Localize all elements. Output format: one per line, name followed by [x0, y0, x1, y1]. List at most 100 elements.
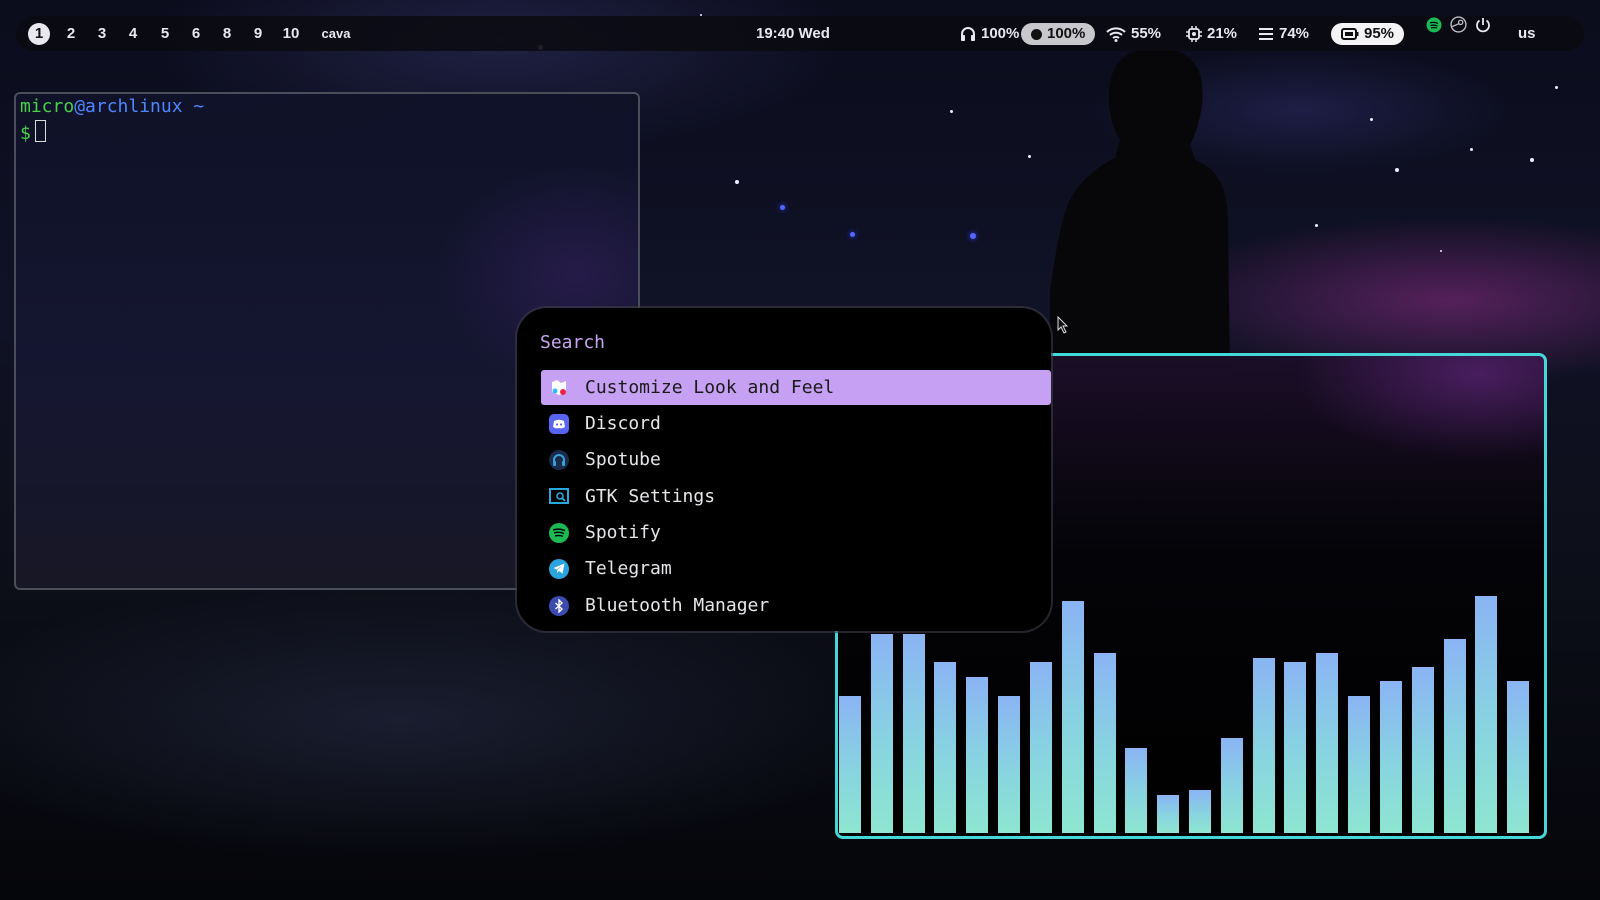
workspace-button[interactable]: 10 [280, 16, 302, 51]
top-bar: 1 2 3 4 5 6 8 9 10 cava 19:40 Wed 100% 1… [16, 16, 1584, 51]
workspace-button[interactable]: 2 [64, 16, 78, 51]
visualizer-bar [1221, 738, 1243, 833]
tray [1426, 16, 1491, 33]
headphones-module[interactable]: 100% [960, 16, 1019, 51]
discord-icon [549, 413, 569, 434]
workspace-button[interactable]: 1 [28, 23, 50, 45]
memory-usage: 74% [1279, 25, 1310, 42]
visualizer-bar [1284, 662, 1306, 833]
prompt-at: @ [74, 96, 86, 117]
star [1395, 168, 1399, 172]
launcher-item-telegram[interactable]: Telegram [541, 551, 1051, 586]
customize-icon [549, 378, 569, 398]
launcher-item-spotube[interactable]: Spotube [541, 442, 1051, 477]
visualizer-bar [1157, 795, 1179, 833]
launcher-item-label: Spotube [585, 449, 661, 470]
visualizer-bar [903, 634, 925, 833]
star [950, 110, 953, 113]
star [1440, 250, 1442, 252]
workspace-button[interactable]: 9 [251, 16, 265, 51]
mic-icon [1031, 28, 1042, 40]
mouse-pointer-icon [1057, 316, 1069, 334]
star [1470, 148, 1473, 151]
bluetooth-icon [549, 595, 569, 616]
prompt-symbol: $ [20, 123, 31, 144]
visualizer-bar [1475, 596, 1497, 833]
gtk-settings-icon [549, 487, 569, 507]
launcher-item-gtk-settings[interactable]: GTK Settings [541, 479, 1051, 514]
prompt-line[interactable]: $ [20, 120, 46, 144]
visualizer-bar [1189, 790, 1211, 833]
visualizer-bar [839, 696, 861, 833]
visualizer-bar [1125, 748, 1147, 833]
launcher-item-customize[interactable]: Customize Look and Feel [541, 370, 1051, 405]
cpu-icon [1186, 25, 1202, 42]
launcher-item-bluetooth-manager[interactable]: Bluetooth Manager [541, 588, 1051, 623]
spotify-icon [549, 522, 569, 543]
star [1530, 158, 1534, 162]
wifi-icon [1106, 26, 1126, 42]
launcher-item-label: Spotify [585, 522, 661, 543]
launcher-item-label: Customize Look and Feel [585, 377, 835, 398]
visualizer-bar [1444, 639, 1466, 833]
workspace-button[interactable]: 8 [220, 16, 234, 51]
workspace-button[interactable]: 4 [126, 16, 140, 51]
cpu-module[interactable]: 21% [1186, 16, 1237, 51]
wifi-strength: 55% [1131, 25, 1162, 42]
mic-level: 100% [1047, 25, 1086, 42]
keyboard-layout[interactable]: us [1518, 16, 1536, 51]
visualizer-bar [1316, 653, 1338, 833]
cpu-usage: 21% [1207, 25, 1238, 42]
mic-module[interactable]: 100% [1021, 23, 1096, 45]
headphones-volume: 100% [981, 25, 1020, 42]
visualizer-bar [1412, 667, 1434, 833]
telegram-icon [549, 558, 569, 579]
battery-level: 95% [1364, 25, 1395, 42]
visualizer-bar [966, 677, 988, 833]
memory-icon [1259, 27, 1273, 40]
launcher-item-label: Telegram [585, 558, 672, 579]
workspace-button[interactable]: 3 [95, 16, 109, 51]
launcher-item-discord[interactable]: Discord [541, 406, 1051, 441]
wifi-module[interactable]: 55% [1106, 16, 1161, 51]
app-launcher: Search Customize Look and Feel Discord S… [517, 308, 1051, 631]
text-cursor [34, 120, 46, 142]
visualizer-bar [1507, 681, 1529, 833]
prompt-user: micro [20, 96, 75, 117]
visualizer-bar [1062, 601, 1084, 833]
launcher-item-spotify[interactable]: Spotify [541, 515, 1051, 550]
search-input[interactable]: Search [540, 332, 605, 353]
visualizer-bar [1253, 658, 1275, 833]
prompt-host: archlinux [85, 96, 183, 117]
launcher-item-label: GTK Settings [585, 486, 716, 507]
star [850, 232, 855, 237]
visualizer-bar [871, 634, 893, 833]
battery-module[interactable]: 95% [1331, 23, 1405, 45]
visualizer-bar [934, 662, 956, 833]
launcher-item-label: Bluetooth Manager [585, 595, 770, 616]
spotify-icon[interactable] [1426, 17, 1442, 33]
visualizer-bar [1348, 696, 1370, 833]
launcher-item-label: Discord [585, 413, 661, 434]
star [970, 233, 976, 239]
workspace-button[interactable]: 5 [158, 16, 172, 51]
star [1555, 86, 1558, 89]
workspace-button[interactable]: cava [319, 16, 353, 51]
star [1315, 224, 1318, 227]
power-icon[interactable] [1475, 17, 1491, 33]
steam-icon[interactable] [1450, 16, 1467, 33]
prompt-path: ~ [193, 96, 205, 117]
visualizer-bar [998, 696, 1020, 833]
visualizer-bar [1380, 681, 1402, 833]
clock[interactable]: 19:40 Wed [756, 16, 830, 51]
prompt-header: micro@archlinux ~ [20, 96, 204, 117]
headphones-icon [961, 26, 975, 41]
star [780, 205, 785, 210]
visualizer-bar [1094, 653, 1116, 833]
memory-module[interactable]: 74% [1258, 16, 1309, 51]
visualizer-bar [1030, 662, 1052, 833]
star [1028, 155, 1031, 158]
workspace-button[interactable]: 6 [189, 16, 203, 51]
battery-icon [1341, 28, 1359, 40]
spotube-icon [549, 449, 569, 470]
